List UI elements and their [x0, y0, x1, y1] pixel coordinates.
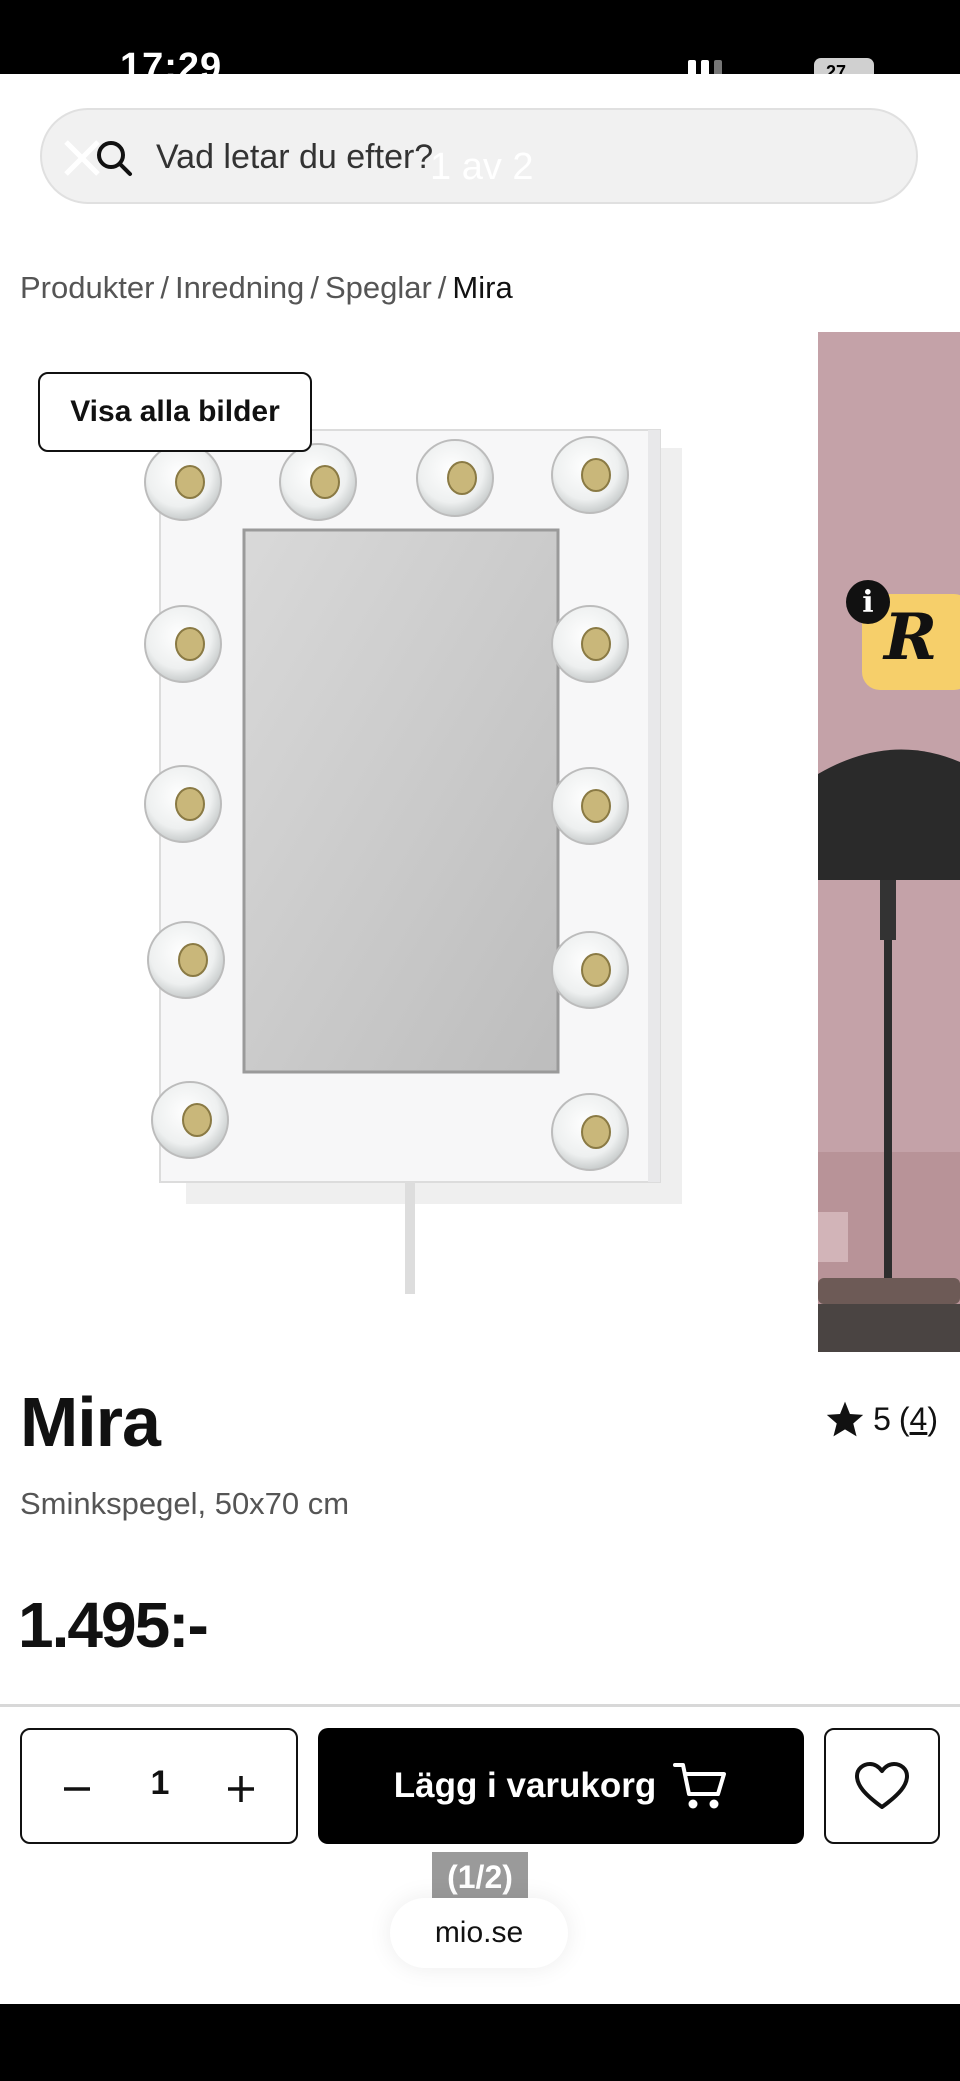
lamp-illustration [818, 332, 960, 1352]
minus-icon[interactable] [52, 1764, 102, 1814]
product-price: 1.495:- [18, 1589, 209, 1661]
image-counter: 1 av 2 [430, 146, 534, 188]
retailer-badge-letter: R [884, 600, 938, 675]
cart-icon [673, 1763, 727, 1809]
mirror-illustration [144, 429, 682, 1294]
star-icon [826, 1401, 864, 1437]
info-icon[interactable]: i [846, 580, 890, 624]
bottom-bar [0, 2004, 960, 2081]
breadcrumb-current: Mira [452, 270, 513, 305]
signal-icon [688, 60, 722, 74]
url-domain[interactable]: mio.se [390, 1898, 568, 1968]
second-product-image[interactable] [818, 332, 960, 1352]
review-count[interactable]: (4) [899, 1401, 938, 1438]
page-indicator: (1/2) [432, 1852, 528, 1902]
rating-value: 5 [873, 1400, 891, 1437]
quantity-stepper: 1 [20, 1728, 298, 1844]
breadcrumb-link-speglar[interactable]: Speglar [325, 270, 432, 305]
quantity-value[interactable]: 1 [102, 1764, 218, 1803]
product-rating[interactable]: 5 (4) [825, 1400, 938, 1438]
product-subtitle: Sminkspegel, 50x70 cm [20, 1486, 350, 1521]
close-icon[interactable] [62, 138, 102, 178]
breadcrumb: Produkter / Inredning / Speglar / Mira [20, 270, 513, 305]
battery-icon: 27 [814, 58, 874, 74]
wishlist-button[interactable] [824, 1728, 940, 1844]
review-count-value: 4 [909, 1400, 928, 1437]
product-title: Mira [20, 1383, 161, 1461]
breadcrumb-link-produkter[interactable]: Produkter [20, 270, 154, 305]
status-bar: 17:29 27 [0, 0, 960, 74]
view-all-images-button[interactable]: Visa alla bilder [38, 372, 312, 452]
breadcrumb-link-inredning[interactable]: Inredning [175, 270, 304, 305]
status-time: 17:29 [120, 46, 223, 74]
add-to-cart-button[interactable]: Lägg i varukorg [318, 1728, 804, 1844]
divider [0, 1704, 960, 1707]
heart-icon [855, 1762, 909, 1809]
product-image[interactable] [0, 330, 800, 1350]
plus-icon[interactable] [216, 1764, 266, 1814]
battery-level: 27 [826, 62, 847, 74]
add-to-cart-label: Lägg i varukorg [393, 1766, 657, 1805]
